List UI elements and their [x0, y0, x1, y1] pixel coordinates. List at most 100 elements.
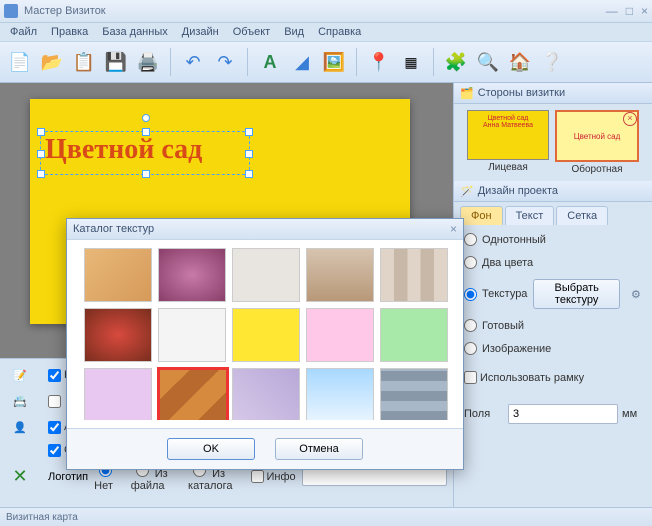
redo-icon: ↷: [217, 53, 232, 71]
resize-handle[interactable]: [142, 170, 150, 178]
text-button[interactable]: A: [256, 48, 284, 76]
resize-handle[interactable]: [245, 150, 253, 158]
tab-text[interactable]: Текст: [505, 206, 555, 225]
margins-input[interactable]: [508, 404, 618, 424]
texture-swatch[interactable]: [232, 308, 300, 362]
info-label: Инфо: [267, 471, 296, 483]
texture-swatch[interactable]: [380, 248, 448, 302]
open-button[interactable]: 📂: [38, 48, 66, 76]
texture-swatch[interactable]: [306, 368, 374, 420]
design-panel-header: 🪄Дизайн проекта: [454, 181, 652, 202]
menu-file[interactable]: Файл: [4, 24, 43, 40]
zoom-icon: 🔍: [477, 53, 499, 71]
print-icon: 🖨️: [137, 53, 159, 71]
texture-swatch[interactable]: [232, 368, 300, 420]
print-button[interactable]: 🖨️: [134, 48, 162, 76]
menu-design[interactable]: Дизайн: [176, 24, 225, 40]
texture-swatch[interactable]: [380, 308, 448, 362]
puzzle-button[interactable]: 🧩: [442, 48, 470, 76]
texture-swatch[interactable]: [84, 248, 152, 302]
statusbar: Визитная карта: [0, 507, 652, 526]
toolbar-separator: [356, 48, 357, 76]
prop-icon: ✕: [6, 465, 34, 489]
toolbar: 📄 📂 📋 💾 🖨️ ↶ ↷ A ◢ 🖼️ 📍 ▦ 🧩 🔍 🏠 ❔: [0, 41, 652, 83]
bg-radio-texture[interactable]: Текстура: [464, 288, 527, 301]
ok-button[interactable]: OK: [167, 438, 255, 460]
maximize-button[interactable]: □: [626, 4, 633, 18]
texture-swatch[interactable]: [158, 248, 226, 302]
choose-texture-button[interactable]: Выбрать текстуру: [533, 279, 620, 309]
texture-swatch[interactable]: [84, 368, 152, 420]
bg-radio-ready[interactable]: Готовый: [464, 319, 642, 332]
remove-side-button[interactable]: ×: [623, 112, 637, 126]
folder-icon: 📂: [41, 53, 63, 71]
prop-icon: 📝: [6, 363, 34, 387]
resize-handle[interactable]: [37, 128, 45, 136]
texture-swatch[interactable]: [380, 368, 448, 420]
texture-swatch[interactable]: [158, 308, 226, 362]
map-icon: 📍: [368, 53, 390, 71]
resize-handle[interactable]: [245, 128, 253, 136]
status-text: Визитная карта: [6, 512, 78, 523]
texture-swatch[interactable]: [232, 248, 300, 302]
help-icon: ❔: [541, 53, 563, 71]
card-icon: 🗂️: [460, 87, 474, 100]
tab-grid[interactable]: Сетка: [556, 206, 608, 225]
paste-button[interactable]: 📋: [70, 48, 98, 76]
close-button[interactable]: ×: [641, 4, 648, 18]
bg-radio-image[interactable]: Изображение: [464, 342, 642, 355]
menu-object[interactable]: Объект: [227, 24, 276, 40]
home-button[interactable]: 🏠: [506, 48, 534, 76]
side-front[interactable]: Цветной садАнна Матвеева Лицевая: [467, 110, 549, 175]
prop-icon: 📇: [6, 389, 34, 413]
texture-swatch[interactable]: [158, 368, 228, 420]
new-icon: 📄: [9, 53, 31, 71]
texture-swatch[interactable]: [306, 308, 374, 362]
margins-unit: мм: [622, 408, 637, 420]
texture-dialog: Каталог текстур × OK Отмена: [66, 218, 464, 470]
texture-swatch[interactable]: [84, 308, 152, 362]
logo-label: Логотип: [48, 471, 88, 483]
card-text[interactable]: Цветной сад: [41, 132, 249, 168]
qr-button[interactable]: ▦: [397, 48, 425, 76]
resize-handle[interactable]: [37, 170, 45, 178]
menu-edit[interactable]: Правка: [45, 24, 94, 40]
save-button[interactable]: 💾: [102, 48, 130, 76]
side-front-label: Лицевая: [488, 162, 528, 173]
resize-handle[interactable]: [142, 128, 150, 136]
menu-help[interactable]: Справка: [312, 24, 367, 40]
prop-icon: 👤: [6, 415, 34, 439]
dialog-titlebar[interactable]: Каталог текстур ×: [67, 219, 463, 239]
text-icon: A: [264, 53, 277, 71]
new-button[interactable]: 📄: [6, 48, 34, 76]
app-title: Мастер Визиток: [24, 5, 106, 17]
gear-icon[interactable]: ⚙: [630, 286, 642, 302]
undo-button[interactable]: ↶: [179, 48, 207, 76]
shape-button[interactable]: ◢: [288, 48, 316, 76]
bg-radio-two[interactable]: Два цвета: [464, 256, 642, 269]
resize-handle[interactable]: [245, 170, 253, 178]
zoom-button[interactable]: 🔍: [474, 48, 502, 76]
side-back[interactable]: × Цветной сад Оборотная: [555, 110, 639, 175]
dialog-close-button[interactable]: ×: [450, 222, 457, 236]
resize-handle[interactable]: [37, 150, 45, 158]
toolbar-separator: [433, 48, 434, 76]
text-object-selection[interactable]: Цветной сад: [40, 131, 250, 175]
help-button[interactable]: ❔: [538, 48, 566, 76]
map-button[interactable]: 📍: [365, 48, 393, 76]
tab-background[interactable]: Фон: [460, 206, 503, 225]
dialog-title: Каталог текстур: [73, 223, 154, 235]
info-checkbox[interactable]: Инфо: [251, 470, 296, 483]
texture-grid: [75, 248, 455, 420]
menu-view[interactable]: Вид: [278, 24, 310, 40]
image-button[interactable]: 🖼️: [320, 48, 348, 76]
minimize-button[interactable]: —: [606, 4, 618, 18]
texture-swatch[interactable]: [306, 248, 374, 302]
rotate-handle[interactable]: [142, 114, 150, 122]
info-field[interactable]: [302, 468, 447, 486]
cancel-button[interactable]: Отмена: [275, 438, 363, 460]
redo-button[interactable]: ↷: [211, 48, 239, 76]
menu-database[interactable]: База данных: [96, 24, 174, 40]
bg-radio-solid[interactable]: Однотонный: [464, 233, 642, 246]
use-frame-checkbox[interactable]: Использовать рамку: [464, 371, 642, 384]
